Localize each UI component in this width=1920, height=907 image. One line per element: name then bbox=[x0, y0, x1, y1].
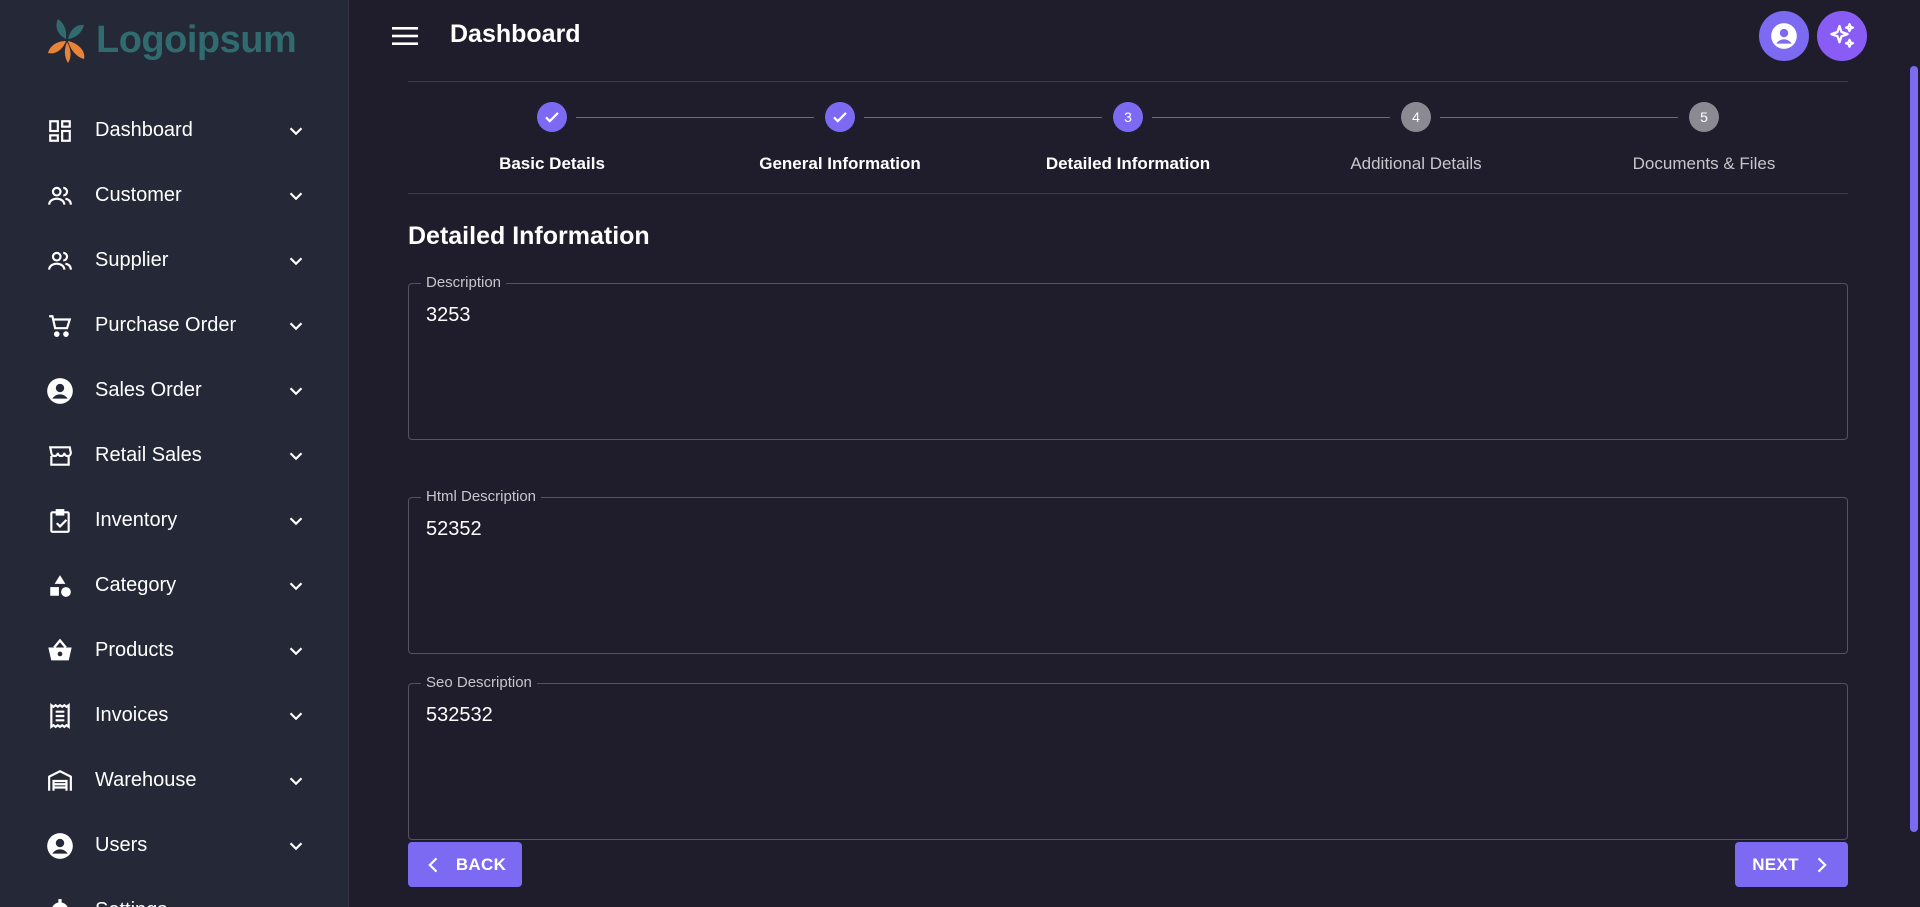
step-connector bbox=[1152, 117, 1390, 118]
chevron-down-icon bbox=[289, 841, 303, 850]
step-connector bbox=[864, 117, 1102, 118]
back-button[interactable]: BACK bbox=[408, 842, 522, 887]
sidebar-item-dashboard[interactable]: Dashboard bbox=[0, 98, 348, 163]
sparkle-icon bbox=[1830, 23, 1855, 48]
chevron-down-icon bbox=[289, 191, 303, 200]
sidebar-item-sales-order[interactable]: Sales Order bbox=[0, 358, 348, 423]
sidebar-item-label: Customer bbox=[95, 184, 182, 206]
check-icon bbox=[833, 112, 847, 123]
logo-icon bbox=[48, 19, 85, 63]
description-field[interactable]: Description 3253 bbox=[408, 274, 1848, 440]
step-number: 3 bbox=[1113, 102, 1143, 132]
chevron-down-icon bbox=[289, 451, 303, 460]
sidebar-item-purchase-order[interactable]: Purchase Order bbox=[0, 293, 348, 358]
sidebar-item-label: Inventory bbox=[95, 509, 178, 531]
sidebar-item-label: Settings bbox=[95, 899, 167, 907]
sidebar-item-label: Supplier bbox=[95, 249, 169, 271]
chevron-down-icon bbox=[289, 126, 303, 135]
account-circle-icon bbox=[46, 832, 74, 860]
sidebar-item-customer[interactable]: Customer bbox=[0, 163, 348, 228]
next-button-label: NEXT bbox=[1752, 854, 1799, 874]
field-label: Seo Description bbox=[421, 674, 537, 691]
step-number: 4 bbox=[1401, 102, 1431, 132]
logo: Logoipsum bbox=[44, 14, 297, 66]
basket-icon bbox=[46, 637, 74, 665]
sidebar-item-category[interactable]: Category bbox=[0, 553, 348, 618]
sidebar-item-users[interactable]: Users bbox=[0, 813, 348, 878]
field-value[interactable]: 532532 bbox=[426, 704, 493, 727]
people-icon bbox=[46, 182, 74, 210]
step-number: 5 bbox=[1689, 102, 1719, 132]
sidebar-item-label: Retail Sales bbox=[95, 444, 202, 466]
step-circle bbox=[537, 102, 567, 132]
step-connector bbox=[1440, 117, 1678, 118]
step-label: Detailed Information bbox=[1045, 154, 1211, 173]
sidebar-item-label: Warehouse bbox=[95, 769, 197, 791]
settings-icon bbox=[46, 897, 74, 907]
warehouse-icon bbox=[46, 767, 74, 795]
sidebar-item-label: Purchase Order bbox=[95, 314, 237, 336]
receipt-icon bbox=[46, 702, 74, 730]
field-value[interactable]: 3253 bbox=[426, 304, 471, 327]
next-button[interactable]: NEXT bbox=[1735, 842, 1848, 887]
sidebar-item-inventory[interactable]: Inventory bbox=[0, 488, 348, 553]
step-label: General Information bbox=[759, 154, 921, 173]
sidebar-item-settings[interactable]: Settings bbox=[0, 878, 348, 907]
main-content: Basic Details General Information 3 Deta… bbox=[408, 81, 1848, 887]
scrollbar[interactable] bbox=[1908, 0, 1920, 907]
section-title: Detailed Information bbox=[408, 222, 650, 250]
account-circle-icon bbox=[1771, 23, 1797, 49]
sidebar-item-supplier[interactable]: Supplier bbox=[0, 228, 348, 293]
sidebar-item-label: Invoices bbox=[95, 704, 169, 726]
sidebar-nav: Dashboard Customer Supplier Purchase Ord… bbox=[0, 98, 348, 907]
chevron-left-icon bbox=[428, 857, 438, 872]
ai-sparkle-button[interactable] bbox=[1817, 11, 1867, 61]
chevron-down-icon bbox=[289, 256, 303, 265]
stepper: Basic Details General Information 3 Deta… bbox=[408, 81, 1848, 194]
sidebar-item-label: Category bbox=[95, 574, 177, 596]
chevron-down-icon bbox=[289, 386, 303, 395]
seo-description-field[interactable]: Seo Description 532532 bbox=[408, 674, 1848, 840]
chevron-down-icon bbox=[289, 711, 303, 720]
page-title: Dashboard bbox=[450, 20, 581, 48]
category-icon bbox=[46, 572, 74, 600]
sidebar: Logoipsum Dashboard Customer Supplier Pu… bbox=[0, 0, 349, 907]
back-button-label: BACK bbox=[455, 854, 507, 874]
sidebar-item-label: Users bbox=[95, 834, 148, 856]
sidebar-item-products[interactable]: Products bbox=[0, 618, 348, 683]
step-label: Documents & Files bbox=[1632, 154, 1776, 173]
step-circle bbox=[825, 102, 855, 132]
top-header: Dashboard bbox=[350, 0, 1910, 72]
field-label: Html Description bbox=[421, 488, 542, 505]
step-label: Basic Details bbox=[499, 154, 605, 173]
sidebar-item-label: Dashboard bbox=[95, 119, 193, 141]
field-value[interactable]: 52352 bbox=[426, 518, 482, 541]
sidebar-item-label: Products bbox=[95, 639, 174, 661]
step-label: Additional Details bbox=[1350, 154, 1482, 173]
check-icon bbox=[545, 112, 559, 123]
sidebar-item-warehouse[interactable]: Warehouse bbox=[0, 748, 348, 813]
cart-icon bbox=[46, 312, 74, 340]
field-label: Description bbox=[421, 274, 507, 291]
menu-icon[interactable] bbox=[390, 22, 420, 50]
account-circle-icon bbox=[46, 377, 74, 405]
clipboard-check-icon bbox=[46, 507, 74, 535]
dashboard-icon bbox=[46, 117, 74, 145]
chevron-down-icon bbox=[289, 776, 303, 785]
chevron-down-icon bbox=[289, 321, 303, 330]
sidebar-item-label: Sales Order bbox=[95, 379, 202, 401]
chevron-right-icon bbox=[1817, 857, 1827, 872]
user-avatar-button[interactable] bbox=[1759, 11, 1809, 61]
people-icon bbox=[46, 247, 74, 275]
chevron-down-icon bbox=[289, 581, 303, 590]
scrollbar-thumb[interactable] bbox=[1910, 66, 1918, 832]
html-description-field[interactable]: Html Description 52352 bbox=[408, 488, 1848, 654]
chevron-down-icon bbox=[289, 516, 303, 525]
sidebar-item-invoices[interactable]: Invoices bbox=[0, 683, 348, 748]
sidebar-item-retail-sales[interactable]: Retail Sales bbox=[0, 423, 348, 488]
logo-text: Logoipsum bbox=[96, 18, 297, 61]
chevron-down-icon bbox=[289, 646, 303, 655]
store-icon bbox=[46, 442, 74, 470]
step-connector bbox=[576, 117, 814, 118]
